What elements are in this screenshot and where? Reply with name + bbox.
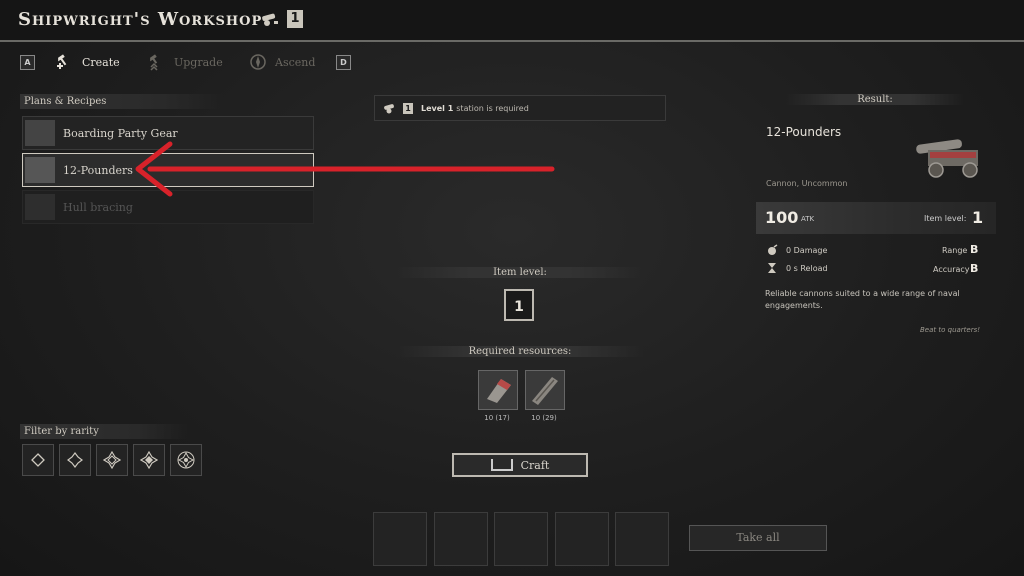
fabric-resource-icon[interactable] <box>478 370 518 410</box>
range-grade: B <box>970 243 979 256</box>
cannon-thumbnail <box>25 157 55 183</box>
craft-button[interactable]: Craft <box>452 453 588 477</box>
filter-common[interactable] <box>22 444 54 476</box>
diamond-icon <box>31 453 45 467</box>
notice-level: Level 1 <box>421 103 454 113</box>
range-label: Range <box>942 246 968 255</box>
item-level-heading: Item level: <box>396 267 644 278</box>
station-requirement-notice: 1 Level 1 station is required <box>374 95 666 121</box>
cannon-icon <box>262 13 278 26</box>
tab-create[interactable]: Create <box>56 53 120 71</box>
craft-label: Craft <box>520 458 550 472</box>
tab-upgrade-label: Upgrade <box>174 55 223 69</box>
result-name: 12-Pounders <box>766 125 842 139</box>
rarity-legendary-icon <box>177 451 195 469</box>
filter-rare[interactable] <box>96 444 128 476</box>
hull-bracing-thumbnail <box>25 194 55 220</box>
result-item-level-label: Item level: <box>924 214 967 223</box>
result-subtitle: Cannon, Uncommon <box>766 179 848 188</box>
resources-heading: Required resources: <box>396 346 644 357</box>
cannon-icon <box>384 104 394 114</box>
tab-ascend-label: Ascend <box>275 55 316 69</box>
take-all-button[interactable]: Take all <box>689 525 827 551</box>
boarding-gear-thumbnail <box>25 120 55 146</box>
recipe-label: Hull bracing <box>63 200 133 214</box>
item-level-selector[interactable]: 1 <box>504 289 534 321</box>
output-slot-5[interactable] <box>615 512 669 566</box>
recipe-label: Boarding Party Gear <box>63 126 178 140</box>
output-slot-1[interactable] <box>373 512 427 566</box>
ascend-emblem-icon <box>250 54 266 70</box>
result-item-level-value: 1 <box>972 208 984 227</box>
tab-create-label: Create <box>82 55 120 69</box>
hammer-upgrade-icon <box>150 54 158 71</box>
keyboard-key-icon <box>490 459 513 471</box>
result-description: Reliable cannons suited to a wide range … <box>765 289 960 310</box>
key-hint-d: D <box>336 55 351 70</box>
filter-legendary[interactable] <box>170 444 202 476</box>
recipe-hull-bracing[interactable]: Hull bracing <box>22 190 314 224</box>
result-quote: Beat to quarters! <box>920 326 981 334</box>
fabric-quantity: 10 (17) <box>484 414 510 422</box>
filter-uncommon[interactable] <box>59 444 91 476</box>
accuracy-grade: B <box>970 262 979 275</box>
reload-stat: 0 s Reload <box>786 264 828 273</box>
result-heading: Result: <box>785 94 965 105</box>
level-badge: 1 <box>403 102 413 114</box>
cannon-image <box>916 139 978 178</box>
notice-text: station is required <box>456 103 529 113</box>
accuracy-label: Accuracy <box>933 265 970 274</box>
atk-value: 100 <box>765 208 799 227</box>
recipe-12-pounders[interactable]: 12-Pounders <box>22 153 314 187</box>
station-level-badge: 1 <box>287 10 303 28</box>
hourglass-icon <box>768 263 776 273</box>
wood-resource-icon[interactable] <box>525 370 565 410</box>
tab-ascend[interactable]: Ascend <box>249 53 315 71</box>
rarity-epic-icon <box>140 451 158 469</box>
rarity-rare-icon <box>103 451 121 469</box>
recipes-heading: Plans & Recipes <box>20 94 224 109</box>
recipe-label: 12-Pounders <box>63 163 133 177</box>
atk-label: ATK <box>801 215 815 223</box>
output-slot-4[interactable] <box>555 512 609 566</box>
key-hint-a: A <box>20 55 35 70</box>
filter-heading: Filter by rarity <box>20 424 188 439</box>
recipe-boarding-party-gear[interactable]: Boarding Party Gear <box>22 116 314 150</box>
damage-icon <box>768 244 778 255</box>
tab-upgrade[interactable]: Upgrade <box>148 53 223 71</box>
rarity-uncommon-icon <box>67 452 83 468</box>
header-divider <box>0 40 1024 42</box>
wood-quantity: 10 (29) <box>531 414 557 422</box>
filter-epic[interactable] <box>133 444 165 476</box>
workshop-title: Shipwright's Workshop <box>18 9 263 30</box>
damage-stat: 0 Damage <box>786 246 828 255</box>
output-slot-3[interactable] <box>494 512 548 566</box>
hammer-plus-icon <box>57 54 67 69</box>
output-slot-2[interactable] <box>434 512 488 566</box>
